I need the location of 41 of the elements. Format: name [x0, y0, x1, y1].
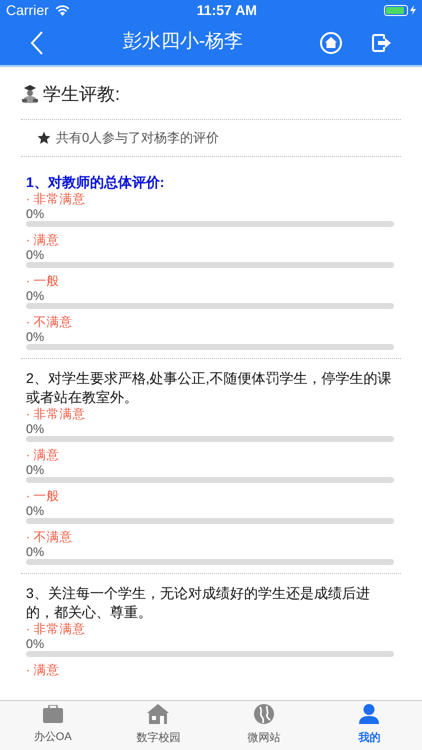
section-title: 学生评教:: [43, 82, 120, 106]
question-title: 2、对学生要求严格,处事公正,不随便体罚学生，停学生的课或者站在教室外。: [26, 369, 393, 407]
option-label: · 一般: [26, 274, 61, 289]
option-label: · 满意: [26, 448, 61, 463]
tab-item[interactable]: 我的: [316, 701, 422, 750]
option-label: · 非常满意: [26, 622, 87, 637]
house-icon: [147, 704, 170, 724]
question-title: 1、对教师的总体评价:: [26, 173, 166, 192]
option-label: · 不满意: [26, 530, 74, 545]
participant-summary: 共有0人参与了对杨李的评价: [56, 129, 220, 148]
logout-button[interactable]: [372, 34, 392, 52]
percent-value: 0%: [26, 289, 46, 303]
option-label: · 非常满意: [26, 407, 87, 422]
percent-value: 0%: [26, 504, 46, 518]
battery-icon: [384, 4, 416, 16]
question-title: 3、关注每一个学生，无论对成绩好的学生还是成绩后进的，都关心、尊重。: [26, 584, 371, 622]
person-icon: [359, 704, 380, 724]
globe-icon: [254, 704, 274, 724]
percent-value: 0%: [26, 248, 46, 262]
option-label: · 满意: [26, 233, 61, 248]
star-icon: [37, 131, 51, 145]
percent-value: 0%: [26, 545, 46, 559]
percent-value: 0%: [26, 637, 46, 651]
briefcase-icon: [42, 705, 63, 724]
option-label: · 不满意: [26, 315, 74, 330]
tab-item[interactable]: 微网站: [211, 701, 316, 750]
wifi-icon: [54, 4, 70, 16]
option-label: · 非常满意: [26, 192, 87, 207]
tab-item[interactable]: 数字校园: [106, 701, 211, 750]
percent-value: 0%: [26, 422, 46, 436]
percent-value: 0%: [26, 330, 46, 344]
option-label: · 一般: [26, 489, 61, 504]
page-title: 彭水四小-杨李: [122, 30, 244, 54]
teacher-icon: [21, 85, 39, 103]
home-button[interactable]: [320, 32, 342, 54]
tab-item[interactable]: 办公OA: [0, 701, 106, 750]
option-label: · 满意: [26, 663, 61, 678]
percent-value: 0%: [26, 463, 46, 477]
carrier-label: Carrier: [6, 0, 49, 20]
percent-value: 0%: [26, 207, 46, 221]
clock-time: 11:57 AM: [196, 0, 257, 20]
